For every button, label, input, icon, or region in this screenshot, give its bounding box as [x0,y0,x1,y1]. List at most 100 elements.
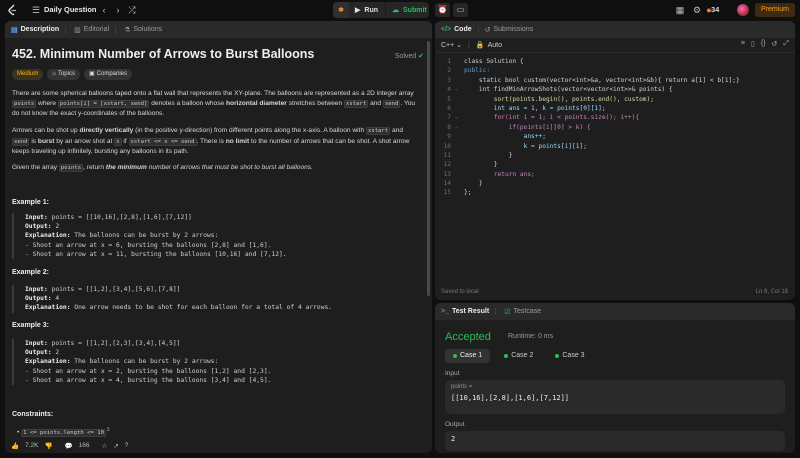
tab-testcase[interactable]: ☑ Testcase [504,308,547,316]
shuffle-icon[interactable]: ⤮ [126,4,138,16]
next-icon[interactable]: › [112,4,124,16]
tab-description-label: Description [20,26,60,33]
submit-button[interactable]: ☁ Submit [385,2,429,18]
comments-count[interactable]: 166 [79,442,90,449]
code-tabs: </> Code ↺ Submissions [435,21,795,38]
tab-solutions-label: Solutions [133,26,163,33]
likes-count[interactable]: 7.2K [25,442,38,449]
tab-test-result-label: Test Result [451,308,490,315]
thumbs-down-icon[interactable]: 👎 [44,442,52,450]
description-paragraph-1: There are some spherical balloons taped … [12,90,416,117]
problem-title[interactable]: 452. Minimum Number of Arrows to Burst B… [12,47,314,61]
auto-label[interactable]: Auto [488,42,502,49]
description-scrollbar[interactable] [427,41,430,296]
reset-icon[interactable]: ↺ [772,40,778,48]
thumbs-up-icon[interactable]: 👍 [11,442,19,450]
left-tabs: ▤ Description ▥ Editorial ⚗ Solutions [5,21,432,38]
bookmark-icon[interactable]: ▯ [751,40,755,48]
run-button[interactable]: ▶ Run [349,2,385,18]
problem-list-icon[interactable]: ☰ [30,4,42,16]
divider: | [468,41,470,49]
tab-editorial-label: Editorial [83,26,110,33]
input-box: points = [[10,16],[2,8],[1,6],[7,12]] [445,380,785,414]
settings-gear-icon[interactable]: ⚙ [691,4,703,16]
input-var-name: points = [451,384,473,390]
description-panel: ▤ Description ▥ Editorial ⚗ Solutions 45… [5,21,432,453]
alarm-icon: ⏰ [437,5,448,14]
code-line: 8 ⌄ if(points[i][0] > k) { [447,123,591,131]
tab-testcase-label: Testcase [513,308,542,315]
star-icon[interactable]: ☆ [102,442,108,450]
description-paragraph-2: Arrows can be shot up directly verticall… [12,127,410,155]
tab-code[interactable]: </> Code [441,26,479,33]
difficulty-badge[interactable]: Medium [12,69,44,80]
code-editor[interactable]: 1 class Solution { 2 public: 3 static bool… [435,57,795,198]
help-icon[interactable]: ? [125,442,129,449]
example-3-title: Example 3: [12,322,49,329]
case-1-tab[interactable]: Case 1 [445,349,491,363]
terminal-icon: >_ [441,308,449,315]
tab-submissions-label: Submissions [493,26,534,33]
cloud-upload-icon: ☁ [392,7,399,14]
output-label: Output [445,421,465,428]
code-line: 7 ⌄ for(int i = 1; i < points.size(); i++… [447,114,640,122]
result-tabs: >_ Test Result ☑ Testcase [435,303,795,320]
result-status: Accepted [445,331,491,343]
input-value: [[10,16],[2,8],[1,6],[7,12]] [451,394,570,402]
user-avatar[interactable] [737,4,749,16]
code-line: 15}; [443,189,472,197]
braces-icon[interactable]: {} [761,40,766,48]
code-line: 10 k = points[i][1]; [443,142,587,150]
code-line: 1 class Solution { [447,58,524,65]
code-line: 9 ans++; [447,133,546,141]
premium-button[interactable]: Premium [755,3,795,17]
lock-icon: 🔒 [475,42,485,49]
tag-row: Medium ⌂ Topics ▣ Companies [12,69,133,80]
cursor-position: Ln 8, Col 18 [755,289,788,295]
case-3-tab[interactable]: Case 3 [547,349,592,363]
solved-label: Solved [394,53,417,60]
result-panel: >_ Test Result ☑ Testcase Accepted Runti… [435,303,795,453]
solved-status: Solved ✔ [395,52,424,60]
editor-toolbar: ≡ ▯ {} ↺ ⤢ [741,40,789,48]
tab-test-result[interactable]: >_ Test Result [441,308,497,315]
daily-question-title[interactable]: Daily Question [44,5,97,14]
leetcode-logo-icon[interactable] [7,4,18,16]
tab-submissions[interactable]: ↺ Submissions [485,26,540,34]
pass-dot-icon [504,354,509,358]
code-line: 5 sort(points.begin(), points.end(), cus… [447,95,654,103]
topics-button[interactable]: ⌂ Topics [47,69,80,80]
debug-button[interactable]: ✱ [333,2,349,18]
topics-label: Topics [57,71,75,77]
example-1-block: Input: points = [[10,16],[2,8],[1,6],[7,… [12,213,412,260]
comment-icon[interactable]: 💬 [65,442,73,450]
companies-button[interactable]: ▣ Companies [83,69,133,80]
code-line: 14 } [443,180,483,188]
tab-solutions[interactable]: ⚗ Solutions [124,26,168,34]
history-icon: ↺ [484,26,491,34]
tab-description[interactable]: ▤ Description [11,25,67,34]
run-submit-group: ✱ ▶ Run ☁ Submit [333,2,429,18]
case-tabs: Case 1 Case 2 Case 3 [445,349,593,363]
streak-count[interactable]: 34 [711,5,719,14]
submit-label: Submit [403,6,427,14]
code-line: 4 ⌄ int findMinArrowShots(vector<vector<i… [447,86,673,94]
fullscreen-icon[interactable]: ⤢ [783,40,789,48]
layout-icon[interactable]: ▦ [674,4,686,16]
share-icon[interactable]: ↗ [113,442,118,450]
constraint-1: • 1 <= points.length <= 10 5 [17,428,110,438]
description-footer: 👍 7.2K 👎 💬 166 ☆ ↗ ? [5,438,432,453]
pass-dot-icon [555,354,560,358]
tab-editorial[interactable]: ▥ Editorial [74,25,117,34]
code-line: 6 int ans = 1, k = points[0][1]; [447,104,606,112]
prev-icon[interactable]: ‹ [98,4,110,16]
bug-icon: ✱ [338,7,344,14]
format-icon[interactable]: ≡ [741,40,745,48]
building-icon: ▣ [88,71,95,77]
notes-button[interactable]: ▭ [453,3,468,17]
timer-button[interactable]: ⏰ [435,3,450,17]
runtime-text: Runtime: 0 ms [508,333,554,340]
pass-dot-icon [453,354,457,358]
case-2-tab[interactable]: Case 2 [496,349,541,363]
language-select[interactable]: C++ ⌄ [441,41,462,49]
